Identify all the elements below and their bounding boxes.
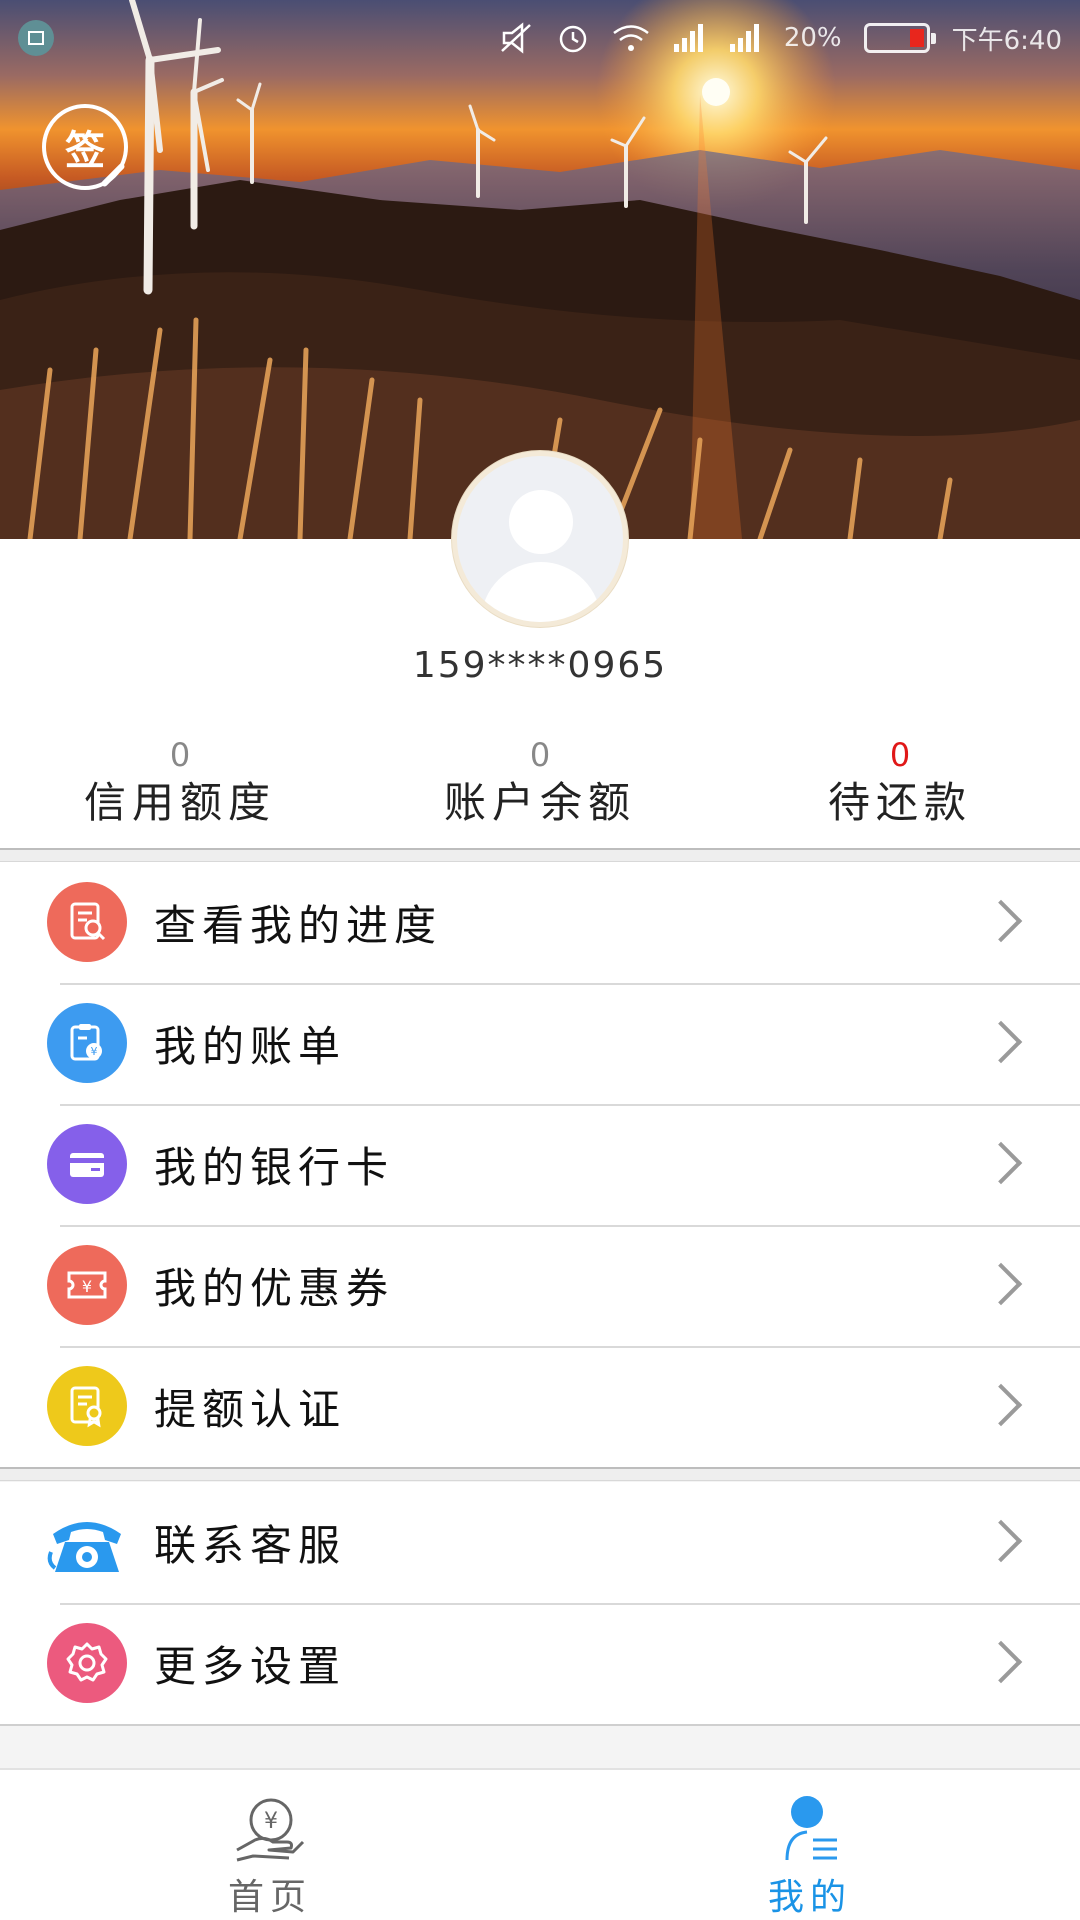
phone-icon: [47, 1502, 127, 1582]
primary-menu: 查看我的进度 ¥ 我的账单 我的银行卡 ¥ 我的优惠券 提额认证: [0, 862, 1080, 1467]
stat-value: 0: [889, 736, 911, 774]
chevron-right-icon: [979, 1640, 1023, 1684]
chevron-right-icon: [979, 1383, 1023, 1427]
stat-label: 账户余额: [443, 778, 636, 827]
user-avatar[interactable]: [452, 451, 628, 627]
menu-item-label: 更多设置: [154, 1642, 347, 1691]
menu-item-bank-card[interactable]: 我的银行卡: [0, 1104, 1080, 1225]
coupon-icon: ¥: [47, 1245, 127, 1325]
tab-label: 我的: [767, 1877, 852, 1918]
menu-item-bills[interactable]: ¥ 我的账单: [0, 983, 1080, 1104]
menu-item-coupons[interactable]: ¥ 我的优惠券: [0, 1225, 1080, 1346]
battery-icon: [863, 23, 936, 53]
svg-text:¥: ¥: [82, 1277, 92, 1296]
screenshot-icon: [18, 20, 54, 56]
stat-value: 0: [529, 736, 551, 774]
status-bar: 20% 下午6:40: [0, 0, 1080, 76]
section-divider: [0, 1467, 1080, 1481]
menu-item-label: 我的银行卡: [154, 1143, 395, 1192]
user-phone-number: 159****0965: [412, 645, 668, 686]
section-divider: [0, 848, 1080, 862]
account-stats: 0 信用额度 0 账户余额 0 待还款: [0, 735, 1080, 845]
stat-credit-limit[interactable]: 0 信用额度: [0, 735, 360, 845]
bottom-tab-bar: ¥ 首页 我的: [0, 1768, 1080, 1920]
signal-icon: [729, 24, 759, 52]
sign-in-button[interactable]: 签: [42, 104, 128, 190]
signal-icon: [673, 24, 703, 52]
tab-mine[interactable]: 我的: [540, 1770, 1080, 1920]
menu-item-label: 联系客服: [154, 1521, 347, 1570]
bill-icon: ¥: [47, 1003, 127, 1083]
chevron-right-icon: [979, 899, 1023, 943]
home-money-icon: ¥: [233, 1794, 307, 1868]
svg-text:¥: ¥: [91, 1045, 98, 1058]
menu-item-label: 我的优惠券: [154, 1264, 395, 1313]
menu-item-more-settings[interactable]: 更多设置: [0, 1603, 1080, 1724]
profile-icon: [773, 1794, 847, 1868]
tab-label: 首页: [227, 1877, 312, 1918]
battery-percent: 20%: [783, 23, 842, 53]
menu-item-label: 提额认证: [154, 1385, 347, 1434]
menu-item-label: 查看我的进度: [154, 901, 443, 950]
chevron-right-icon: [979, 1020, 1023, 1064]
menu-item-progress[interactable]: 查看我的进度: [0, 862, 1080, 983]
stat-pending-repayment[interactable]: 0 待还款: [720, 735, 1080, 845]
chevron-right-icon: [979, 1519, 1023, 1563]
sign-in-label: 签: [65, 128, 105, 174]
svg-text:¥: ¥: [264, 1809, 278, 1834]
wifi-icon: [613, 25, 649, 51]
credit-certify-icon: [47, 1366, 127, 1446]
progress-icon: [47, 882, 127, 962]
menu-item-label: 我的账单: [154, 1022, 347, 1071]
app-screen: 20% 下午6:40 签 159****0965 0 信用额度 0 账户余额 0…: [0, 0, 1080, 1920]
status-time: 下午6:40: [951, 25, 1062, 56]
stat-label: 待还款: [827, 778, 972, 827]
menu-item-customer-service[interactable]: 联系客服: [0, 1482, 1080, 1603]
alarm-icon: [559, 25, 587, 53]
bank-card-icon: [47, 1124, 127, 1204]
settings-icon: [47, 1623, 127, 1703]
chevron-right-icon: [979, 1141, 1023, 1185]
chevron-right-icon: [979, 1262, 1023, 1306]
stat-value: 0: [169, 736, 191, 774]
stat-label: 信用额度: [83, 778, 276, 827]
tab-home[interactable]: ¥ 首页: [0, 1770, 540, 1920]
mute-icon: [500, 22, 531, 54]
menu-item-credit-certify[interactable]: 提额认证: [0, 1346, 1080, 1467]
stat-account-balance[interactable]: 0 账户余额: [360, 735, 720, 845]
secondary-menu: 联系客服 更多设置: [0, 1482, 1080, 1726]
